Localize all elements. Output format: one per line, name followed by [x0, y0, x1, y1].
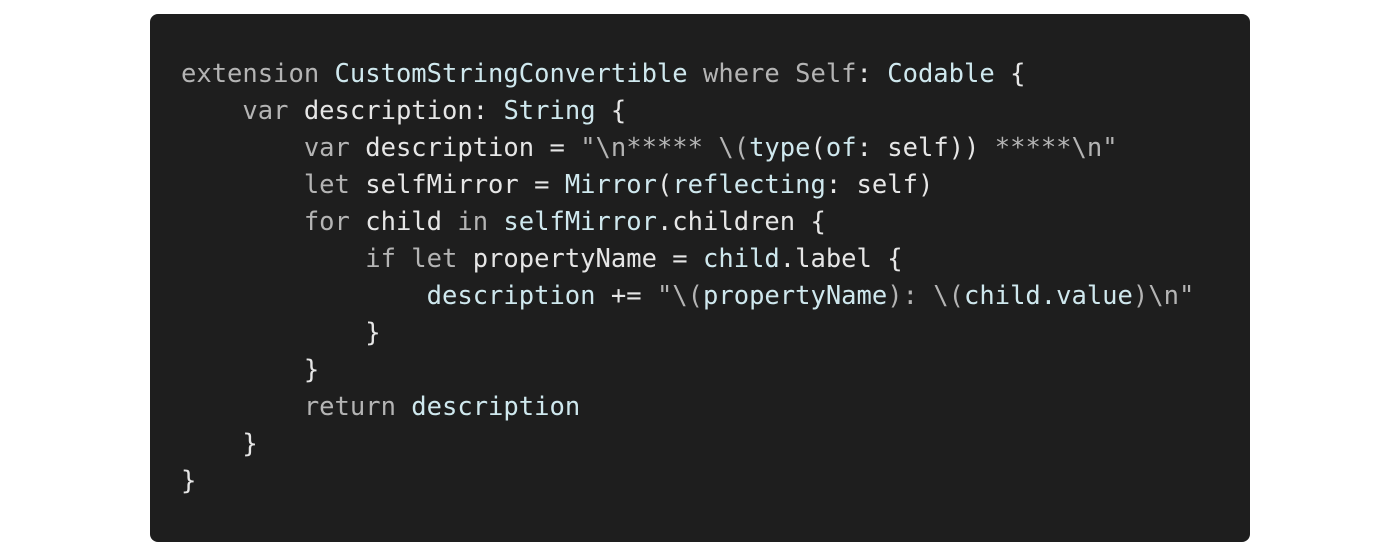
- code-token: .label {: [779, 244, 903, 274]
- code-token: description: [365, 133, 535, 163]
- code-token: description: [426, 281, 596, 311]
- code-token: extension: [181, 59, 335, 89]
- code-token: : self): [825, 170, 934, 200]
- code-token: .children {: [656, 207, 826, 237]
- code-token: for: [181, 207, 366, 237]
- code-token: Self: [795, 59, 857, 89]
- code-line: var description = "\n***** \(type(of: se…: [181, 130, 1194, 167]
- code-token: {: [994, 59, 1026, 89]
- code-token: let: [181, 170, 366, 200]
- code-token: =: [534, 133, 581, 163]
- code-token: }: [181, 466, 197, 496]
- code-token: reflecting: [672, 170, 826, 200]
- code-snippet-card: extension CustomStringConvertible where …: [150, 14, 1250, 542]
- code-line: }: [181, 426, 1194, 463]
- code-token: in: [457, 207, 504, 237]
- code-token: return: [181, 392, 412, 422]
- code-token: child: [703, 244, 780, 274]
- code-token: var: [181, 133, 366, 163]
- code-token: "\(: [656, 281, 704, 311]
- code-token: +=: [595, 281, 657, 311]
- code-token: *****\n": [979, 133, 1118, 163]
- code-token: "\n***** \(: [580, 133, 750, 163]
- code-token: of: [825, 133, 857, 163]
- code-token: Mirror: [564, 170, 657, 200]
- code-token: selfMirror: [365, 170, 519, 200]
- code-line: for child in selfMirror.children {: [181, 204, 1194, 241]
- code-token: var: [181, 96, 304, 126]
- code-line: }: [181, 315, 1194, 352]
- code-token: :: [472, 96, 504, 126]
- code-token: :: [856, 59, 888, 89]
- code-token: child.value: [964, 281, 1133, 311]
- code-token: propertyName: [472, 244, 657, 274]
- code-token: : self: [856, 133, 949, 163]
- code-token: {: [595, 96, 627, 126]
- code-line: if let propertyName = child.label {: [181, 241, 1194, 278]
- code-line: description += "\(propertyName): \(child…: [181, 278, 1195, 315]
- code-token: propertyName: [703, 281, 888, 311]
- code-token: String: [503, 96, 596, 126]
- code-line: var description: String {: [181, 93, 1194, 130]
- code-token: description: [411, 392, 581, 422]
- code-token: Codable: [887, 59, 995, 89]
- code-line: return description: [181, 389, 1194, 426]
- code-line: let selfMirror = Mirror(reflecting: self…: [181, 167, 1194, 204]
- code-token: if let: [181, 244, 473, 274]
- code-token: ): \(: [887, 281, 965, 311]
- code-line: extension CustomStringConvertible where …: [181, 56, 1194, 93]
- code-token: selfMirror: [503, 207, 657, 237]
- code-token: where: [687, 59, 796, 89]
- code-token: }: [181, 318, 381, 348]
- code-token: (: [656, 170, 673, 200]
- code-token: (: [810, 133, 826, 163]
- code-token: }: [181, 429, 258, 459]
- code-token: )): [948, 133, 980, 163]
- code-token: child: [365, 207, 458, 237]
- code-token: )\n": [1132, 281, 1195, 311]
- code-token: }: [181, 355, 320, 385]
- code-block: extension CustomStringConvertible where …: [181, 56, 1194, 500]
- code-token: CustomStringConvertible: [334, 59, 688, 89]
- code-line: }: [181, 352, 1194, 389]
- code-token: type: [749, 133, 811, 163]
- code-line: }: [181, 463, 1194, 500]
- code-token: =: [518, 170, 565, 200]
- code-token: description: [303, 96, 473, 126]
- code-token: =: [656, 244, 703, 274]
